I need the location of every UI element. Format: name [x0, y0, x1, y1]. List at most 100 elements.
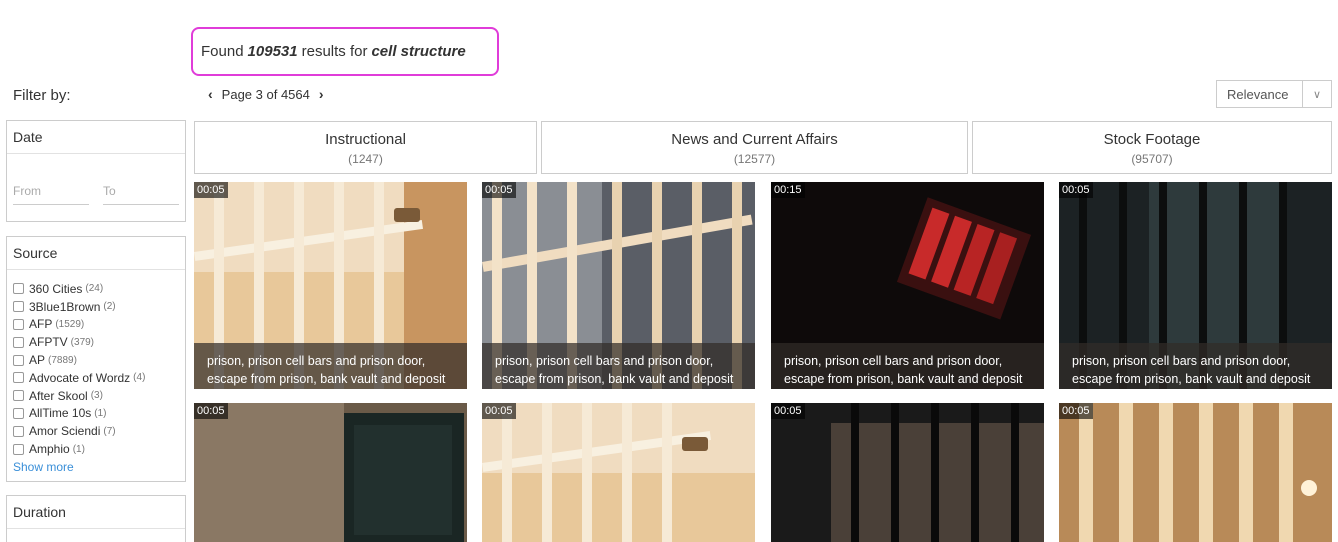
category-name: Instructional: [325, 131, 406, 148]
video-caption: prison, prison cell bars and prison door…: [482, 343, 755, 389]
source-count: (1): [94, 407, 107, 419]
caption-line: escape from prison, bank vault and depos…: [784, 372, 1023, 386]
caption-line: prison, prison cell bars and prison door…: [495, 354, 714, 368]
found-prefix: Found: [201, 43, 244, 60]
page-indicator: Page 3 of 4564: [221, 86, 310, 102]
date-filter-title[interactable]: Date: [7, 121, 185, 154]
source-label: 3Blue1Brown: [29, 299, 101, 314]
source-option[interactable]: After Skool (3): [13, 387, 179, 405]
category-count: (1247): [348, 152, 383, 166]
source-count: (7889): [48, 354, 77, 366]
source-label: After Skool: [29, 388, 88, 403]
video-caption: prison, prison cell bars and prison door…: [771, 343, 1044, 389]
video-thumbnail[interactable]: 00:05 prison, prison cell bars and priso…: [482, 182, 755, 389]
source-label: Amor Sciendi: [29, 424, 101, 439]
thumbnail-image: [1059, 403, 1332, 542]
duration-badge: 00:15: [771, 182, 805, 198]
duration-badge: 00:05: [1059, 403, 1093, 419]
pagination: ‹ Page 3 of 4564 ›: [205, 86, 327, 102]
category-name: Stock Footage: [1103, 131, 1201, 148]
thumbnail-image: [771, 403, 1044, 542]
source-option[interactable]: 3Blue1Brown (2): [13, 298, 179, 316]
duration-badge: 00:05: [194, 182, 228, 198]
source-option[interactable]: AllTime 10s (1): [13, 405, 179, 423]
source-option[interactable]: AFP (1529): [13, 316, 179, 334]
category-instructional[interactable]: Instructional (1247): [194, 121, 537, 174]
chevron-right-icon[interactable]: ›: [316, 86, 327, 102]
source-count: (379): [70, 336, 95, 348]
results-for-text: results for: [301, 43, 368, 60]
source-option[interactable]: AFPTV (379): [13, 333, 179, 351]
thumbnail-image: [482, 403, 755, 542]
category-name: News and Current Affairs: [671, 131, 838, 148]
source-option[interactable]: AP (7889): [13, 351, 179, 369]
date-from-input[interactable]: From: [13, 184, 89, 205]
caption-line: prison, prison cell bars and prison door…: [207, 354, 426, 368]
video-caption: prison, prison cell bars and prison door…: [1059, 343, 1332, 389]
search-query: cell structure: [371, 43, 466, 60]
filter-by-label: Filter by:: [13, 87, 71, 104]
source-count: (7): [103, 425, 116, 437]
checkbox[interactable]: [13, 336, 24, 348]
checkbox[interactable]: [13, 354, 24, 366]
show-more-link[interactable]: Show more: [13, 460, 179, 474]
caption-line: escape from prison, bank vault and depos…: [207, 372, 446, 386]
source-count: (1529): [55, 318, 85, 330]
date-filter-panel: Date From To: [6, 120, 186, 222]
source-label: Advocate of Wordz: [29, 370, 131, 385]
duration-filter-title[interactable]: Duration: [7, 496, 185, 529]
video-thumbnail[interactable]: 00:05 prison, prison cell bars and priso…: [194, 182, 467, 389]
chevron-down-icon[interactable]: ∨: [1303, 81, 1331, 107]
thumbnail-image: [194, 403, 467, 542]
source-option[interactable]: 360 Cities (24): [13, 280, 179, 298]
video-thumbnail[interactable]: 00:05: [1059, 403, 1332, 542]
video-thumbnail[interactable]: 00:05: [771, 403, 1044, 542]
checkbox[interactable]: [13, 372, 24, 384]
chevron-left-icon[interactable]: ‹: [205, 86, 216, 102]
source-filter-title[interactable]: Source: [7, 237, 185, 270]
caption-line: prison, prison cell bars and prison door…: [784, 354, 1003, 368]
source-label: AFP: [29, 317, 53, 332]
source-option[interactable]: Amor Sciendi (7): [13, 422, 179, 440]
source-count: (1): [72, 443, 85, 455]
duration-badge: 00:05: [1059, 182, 1093, 198]
checkbox[interactable]: [13, 407, 24, 419]
duration-badge: 00:05: [771, 403, 805, 419]
category-stock-footage[interactable]: Stock Footage (95707): [972, 121, 1332, 174]
video-thumbnail[interactable]: 00:05 prison, prison cell bars and priso…: [1059, 182, 1332, 389]
checkbox[interactable]: [13, 425, 24, 437]
video-thumbnail[interactable]: 00:05: [482, 403, 755, 542]
result-count: 109531: [247, 43, 298, 60]
category-count: (12577): [733, 152, 776, 166]
source-list: 360 Cities (24) 3Blue1Brown (2) AFP (1529) …: [7, 270, 185, 474]
checkbox[interactable]: [13, 318, 24, 330]
date-to-input[interactable]: To: [103, 184, 179, 205]
duration-filter-panel: Duration: [6, 495, 186, 542]
source-count: (24): [85, 283, 104, 295]
checkbox[interactable]: [13, 283, 24, 295]
source-label: Amphio: [29, 442, 70, 457]
source-label: AllTime 10s: [29, 406, 92, 421]
checkbox[interactable]: [13, 390, 24, 402]
duration-badge: 00:05: [482, 182, 516, 198]
source-filter-panel: Source 360 Cities (24) 3Blue1Brown (2) AFP…: [6, 236, 186, 482]
source-label: AP: [29, 353, 46, 368]
duration-badge: 00:05: [482, 403, 516, 419]
video-thumbnail[interactable]: 00:15 prison, prison cell bars and priso…: [771, 182, 1044, 389]
results-summary: Found 109531 results for cell structure: [191, 27, 499, 76]
caption-line: escape from prison, bank vault and depos…: [1072, 372, 1311, 386]
category-news[interactable]: News and Current Affairs (12577): [541, 121, 968, 174]
checkbox[interactable]: [13, 443, 24, 455]
source-count: (4): [133, 372, 146, 384]
checkbox[interactable]: [13, 301, 24, 313]
video-thumbnail[interactable]: 00:05: [194, 403, 467, 542]
video-caption: prison, prison cell bars and prison door…: [194, 343, 467, 389]
duration-badge: 00:05: [194, 403, 228, 419]
source-count: (2): [103, 301, 116, 313]
source-option[interactable]: Amphio (1): [13, 440, 179, 458]
sort-select[interactable]: Relevance ∨: [1216, 80, 1332, 108]
source-count: (3): [90, 390, 103, 402]
source-label: 360 Cities: [29, 281, 83, 296]
source-option[interactable]: Advocate of Wordz (4): [13, 369, 179, 387]
sort-selected-value[interactable]: Relevance: [1217, 81, 1303, 107]
